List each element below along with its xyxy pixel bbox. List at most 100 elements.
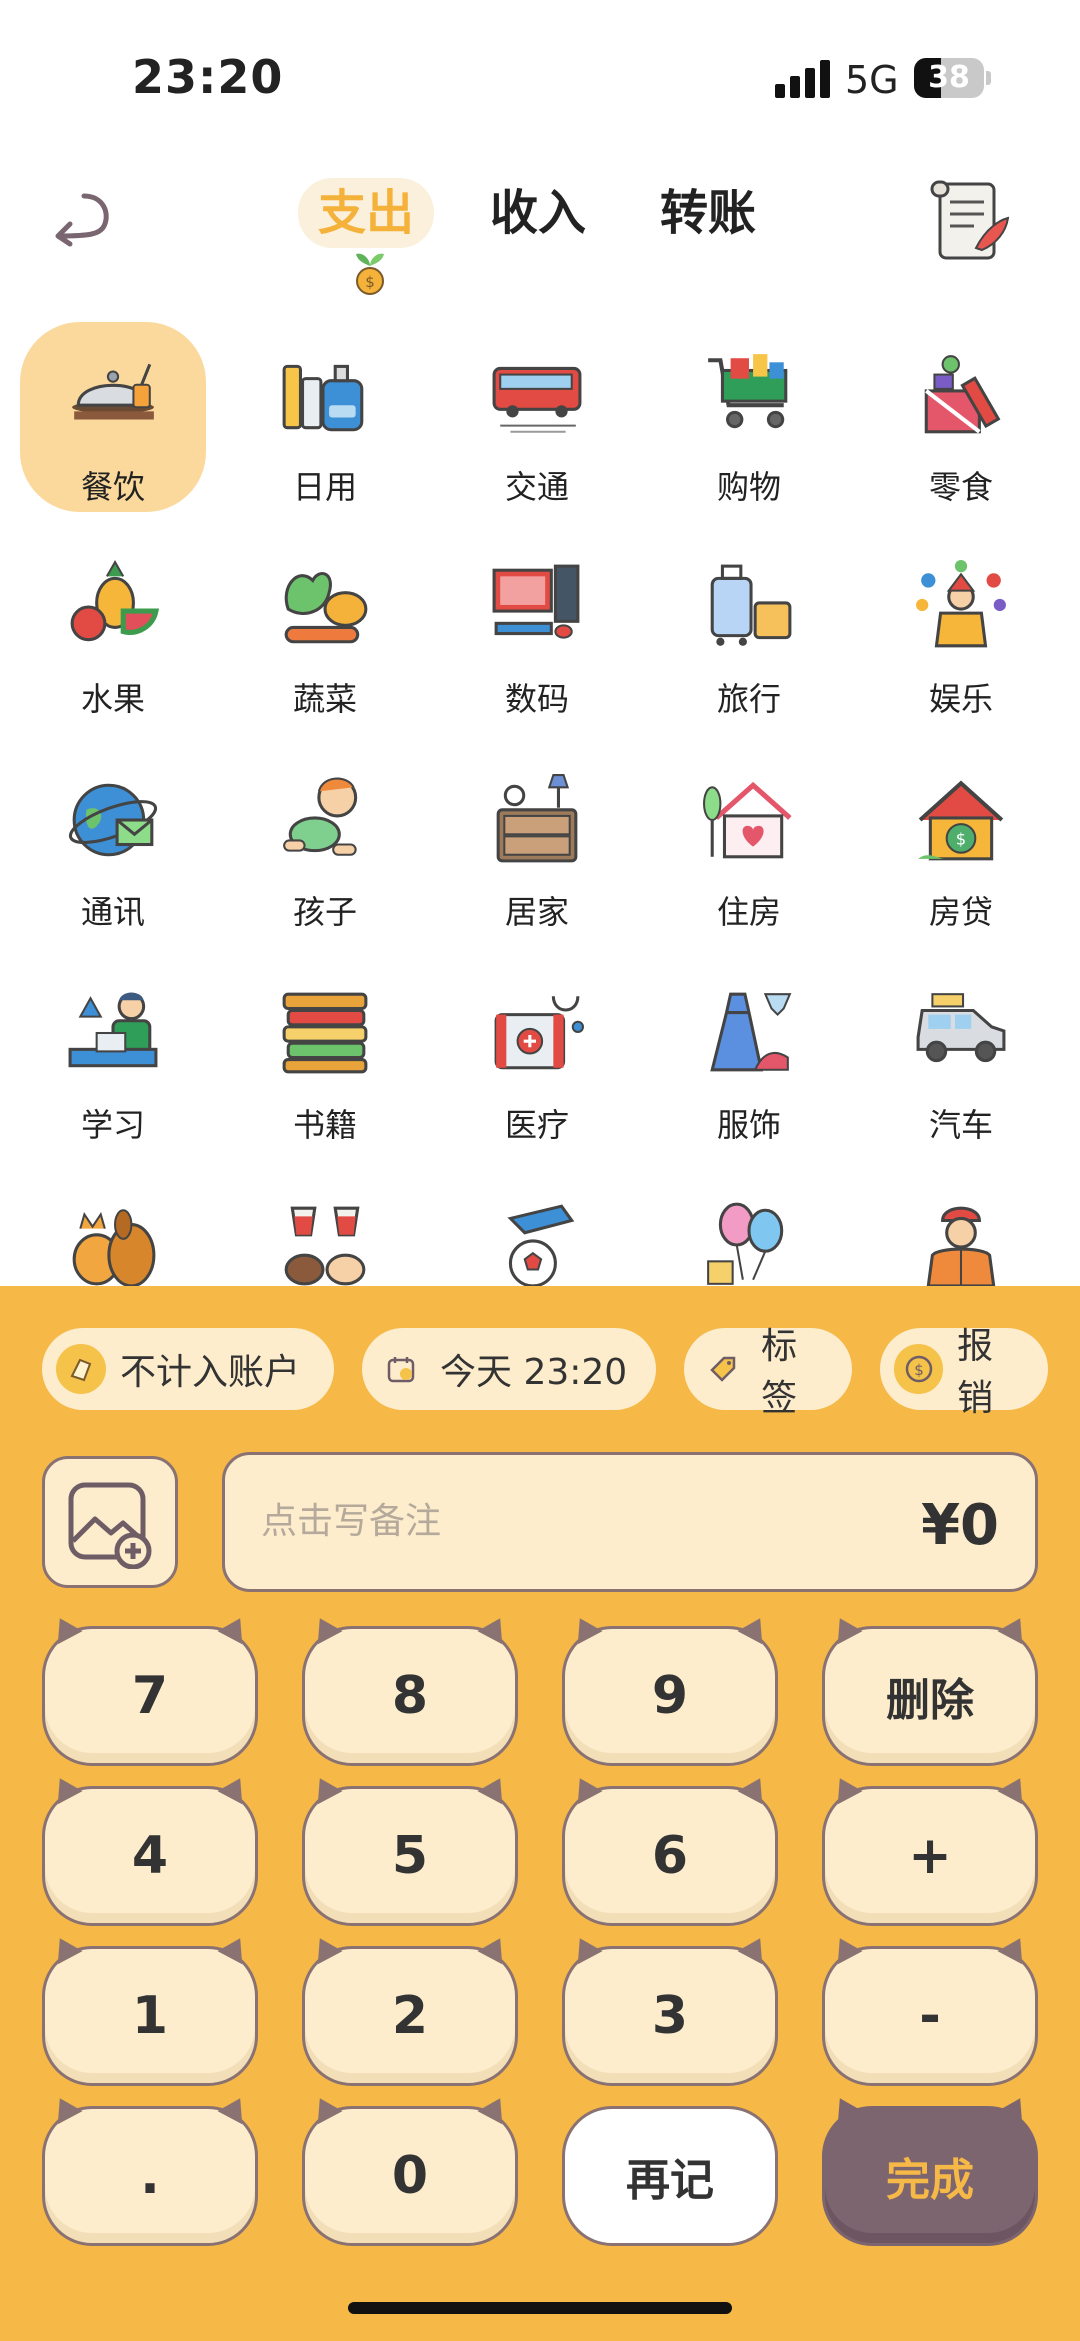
scroll-quill-icon[interactable] xyxy=(926,176,1012,266)
category-label: 零食 xyxy=(928,468,993,506)
daily-use-icon xyxy=(282,364,364,432)
done-button[interactable]: 完成 xyxy=(822,2106,1038,2246)
key-1[interactable]: 1 xyxy=(42,1946,258,2086)
category-item[interactable]: 日用 xyxy=(232,322,418,512)
key-6[interactable]: 6 xyxy=(562,1786,778,1926)
category-item[interactable]: 医疗 xyxy=(444,960,630,1150)
computer-icon xyxy=(492,564,580,639)
category-label: 书籍 xyxy=(292,1106,357,1144)
coin-icon: $ xyxy=(894,1344,944,1394)
key-4[interactable]: 4 xyxy=(42,1786,258,1926)
luggage-icon xyxy=(710,564,792,646)
bookkeeping-screen: 23:20 5G 38 支出 $ 收入 转账 餐饮 日用 交通 购物 零食 水果 蔬菜数 xyxy=(0,0,1080,2341)
svg-text:$: $ xyxy=(914,1361,924,1379)
wallet-icon xyxy=(56,1344,106,1394)
amount-display: ¥0 xyxy=(921,1493,999,1558)
category-item[interactable]: $ 房贷 xyxy=(868,747,1054,937)
medical-kit-icon xyxy=(494,996,584,1070)
category-item[interactable]: 书籍 xyxy=(232,960,418,1150)
tab-transfer[interactable]: 转账 xyxy=(660,178,756,248)
date-chip-label: 今天 23:20 xyxy=(440,1352,628,1393)
memo-field: ¥0 xyxy=(222,1452,1038,1592)
key-9[interactable]: 9 xyxy=(562,1626,778,1766)
category-item[interactable]: 孩子 xyxy=(232,747,418,937)
key-7[interactable]: 7 xyxy=(42,1626,258,1766)
date-chip[interactable]: 今天 23:20 xyxy=(362,1328,656,1410)
tag-chip-label: 标签 xyxy=(761,1326,798,1419)
category-item[interactable]: 餐饮 xyxy=(20,322,206,512)
category-label: 通讯 xyxy=(80,893,145,931)
status-bar: 23:20 5G 38 xyxy=(0,0,1080,150)
category-item[interactable]: 娱乐 xyxy=(868,534,1054,724)
toast-icon xyxy=(284,1206,366,1286)
network-type: 5G xyxy=(845,58,899,102)
balloons-icon xyxy=(707,1202,784,1285)
dress-icon xyxy=(710,992,792,1072)
account-chip-label: 不计入账户 xyxy=(120,1352,301,1393)
category-label: 汽车 xyxy=(928,1106,993,1144)
key-5[interactable]: 5 xyxy=(302,1786,518,1926)
category-item[interactable]: 服饰 xyxy=(656,960,842,1150)
cabinet-lamp-icon xyxy=(496,774,578,863)
account-chip[interactable]: 不计入账户 xyxy=(42,1328,334,1410)
category-label: 娱乐 xyxy=(928,680,993,718)
category-item[interactable]: 学习 xyxy=(20,960,206,1150)
battery-level: 38 xyxy=(928,60,970,95)
money-sprout-icon: $ xyxy=(356,253,384,295)
category-item[interactable]: 水果 xyxy=(20,534,206,724)
house-money-icon: $ xyxy=(918,780,1004,861)
category-label: 住房 xyxy=(716,893,781,931)
home-indicator xyxy=(348,2302,732,2314)
category-item[interactable]: 购物 xyxy=(656,322,842,512)
fruit-icon xyxy=(70,560,160,642)
category-item[interactable]: 交通 xyxy=(444,322,630,512)
reimburse-chip[interactable]: $ 报销 xyxy=(880,1326,1048,1419)
category-label: 日用 xyxy=(292,468,357,506)
tag-icon xyxy=(698,1344,748,1394)
category-item[interactable]: 旅行 xyxy=(656,534,842,724)
car-icon xyxy=(916,993,1006,1063)
category-label: 孩子 xyxy=(292,893,357,931)
reimburse-chip-label: 报销 xyxy=(957,1326,994,1419)
tab-expense[interactable]: 支出 xyxy=(298,178,435,248)
category-item[interactable]: 通讯 xyxy=(20,747,206,937)
category-item[interactable]: 汽车 xyxy=(868,960,1054,1150)
tag-chip[interactable]: 标签 xyxy=(684,1326,852,1419)
globe-mail-icon xyxy=(68,783,158,857)
sports-icon xyxy=(507,1204,575,1288)
category-label: 餐饮 xyxy=(80,468,145,506)
bus-icon xyxy=(492,366,582,433)
add-image-button[interactable] xyxy=(42,1456,178,1588)
snack-gift-icon xyxy=(924,355,1001,434)
key-8[interactable]: 8 xyxy=(302,1626,518,1766)
svg-text:$: $ xyxy=(365,273,375,291)
category-label: 学习 xyxy=(80,1106,145,1144)
study-icon xyxy=(68,992,158,1068)
calendar-icon xyxy=(376,1344,426,1394)
key-0[interactable]: 0 xyxy=(302,2106,518,2246)
house-heart-icon xyxy=(703,781,792,859)
category-label: 交通 xyxy=(504,468,569,506)
undo-arrow-icon[interactable] xyxy=(50,180,120,250)
key-2[interactable]: 2 xyxy=(302,1946,518,2086)
category-item[interactable]: 住房 xyxy=(656,747,842,937)
key-decimal[interactable]: . xyxy=(42,2106,258,2246)
category-item[interactable]: 数码 xyxy=(444,534,630,724)
category-item[interactable]: 零食 xyxy=(868,322,1054,512)
worker-icon xyxy=(926,1206,996,1288)
battery-tip xyxy=(986,71,991,85)
battery-icon: 38 xyxy=(914,58,984,98)
tab-income[interactable]: 收入 xyxy=(490,178,586,248)
memo-input[interactable] xyxy=(261,1491,761,1551)
record-again-button[interactable]: 再记 xyxy=(562,2106,778,2246)
minus-button[interactable]: - xyxy=(822,1946,1038,2086)
key-3[interactable]: 3 xyxy=(562,1946,778,2086)
category-item[interactable]: 居家 xyxy=(444,747,630,937)
category-label: 蔬菜 xyxy=(292,680,357,718)
delete-button[interactable]: 删除 xyxy=(822,1626,1038,1766)
category-item[interactable]: 蔬菜 xyxy=(232,534,418,724)
category-label: 旅行 xyxy=(716,680,781,718)
books-icon xyxy=(282,992,368,1074)
plus-button[interactable]: + xyxy=(822,1786,1038,1926)
juggler-icon xyxy=(916,560,1006,648)
